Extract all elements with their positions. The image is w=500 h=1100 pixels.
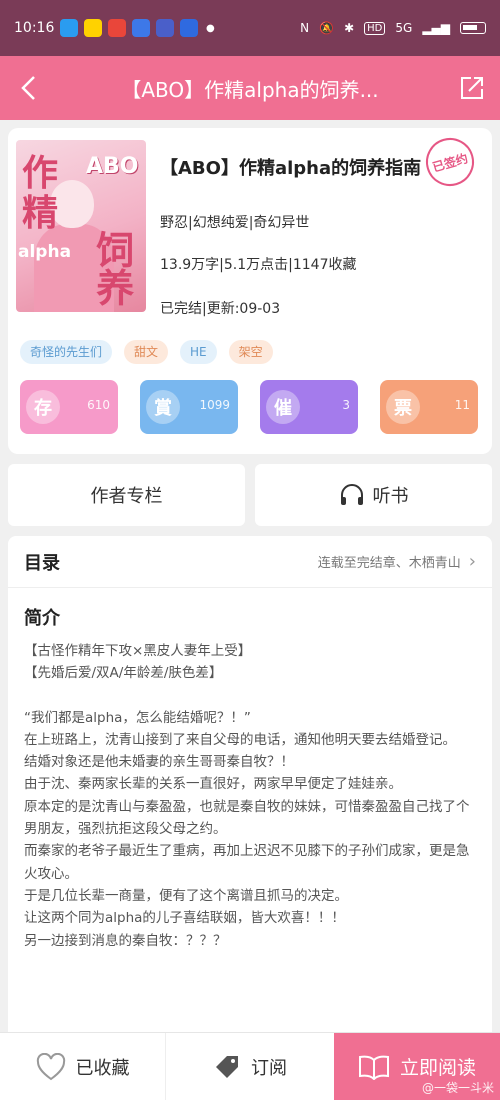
book-cover[interactable]: 作 精 ABO alpha 饲养 xyxy=(16,140,146,312)
status-time: 10:16 xyxy=(14,20,55,36)
heart-icon xyxy=(36,1052,65,1080)
save-icon: 存 xyxy=(26,390,60,424)
urge-button[interactable]: 催 3 xyxy=(260,380,358,434)
signal-icon: ▂▄▆ xyxy=(422,21,450,35)
reward-icon: 賞 xyxy=(146,390,180,424)
intro-line: 【先婚后爱/双A/年龄差/肤色差】 xyxy=(24,665,223,682)
app-icon xyxy=(108,19,126,37)
intro-heading: 简介 xyxy=(24,608,60,629)
more-dot-icon: ● xyxy=(206,22,215,34)
subscribe-button[interactable]: 订阅 xyxy=(166,1033,334,1100)
intro-line: 由于沈、秦两家长辈的关系一直很好，两家早早便定了娃娃亲。 xyxy=(24,776,402,793)
listen-button[interactable]: 听书 xyxy=(255,464,492,526)
qq-icon xyxy=(60,19,78,37)
intro-line: 【古怪作精年下攻×黑皮人妻年上受】 xyxy=(24,643,252,659)
intro-line: 结婚对象还是他未婚妻的亲生哥哥秦自牧？！ xyxy=(24,754,294,771)
chevron-right-icon: › xyxy=(468,551,476,572)
secondary-actions: 作者专栏 听书 xyxy=(8,464,492,526)
battery-icon xyxy=(460,22,486,34)
favorite-label: 已收藏 xyxy=(75,1057,130,1079)
catalog-heading: 目录 xyxy=(24,552,60,574)
book-stats: 13.9万字|5.1万点击|1147收藏 xyxy=(160,257,357,273)
book-open-icon xyxy=(358,1055,389,1080)
vote-button[interactable]: 票 11 xyxy=(380,380,478,434)
tag-list: 奇怪的先生们 甜文 HE 架空 xyxy=(20,340,273,364)
intro-text: 【古怪作精年下攻×黑皮人妻年上受】 【先婚后爱/双A/年龄差/肤色差】 “我们都… xyxy=(24,640,480,952)
vote-icon: 票 xyxy=(386,390,420,424)
app-icon xyxy=(156,19,174,37)
top-nav: 【ABO】作精alpha的饲养... xyxy=(0,56,500,120)
hd-icon: HD xyxy=(364,21,386,35)
urge-icon: 催 xyxy=(266,390,300,424)
share-icon[interactable] xyxy=(444,56,500,120)
read-now-label: 立即阅读 xyxy=(399,1057,476,1079)
back-icon[interactable] xyxy=(0,56,56,120)
mute-icon: 🔕 xyxy=(319,21,335,35)
scroll-content[interactable]: 作 精 ABO alpha 饲养 已签约 【ABO】作精alpha的饲养指南 野… xyxy=(0,120,500,1032)
intro-line: “我们都是alpha，怎么能结婚呢？！” xyxy=(24,709,251,726)
catalog-row[interactable]: 目录 连载至完结章、木栖青山 › xyxy=(8,536,492,588)
tag-icon xyxy=(216,1055,238,1078)
book-title: 【ABO】作精alpha的饲养指南 xyxy=(160,158,422,179)
book-status: 已完结|更新:09-03 xyxy=(160,301,281,317)
watermark: @一袋一斗米 xyxy=(421,1081,494,1095)
meituan-icon xyxy=(84,19,102,37)
cover-title-char: 作 xyxy=(22,153,59,194)
bluetooth-icon: ✱ xyxy=(344,21,355,35)
author-column-label: 作者专栏 xyxy=(90,486,163,507)
favorite-button[interactable]: 已收藏 xyxy=(0,1033,166,1100)
page-title: 【ABO】作精alpha的饲养... xyxy=(121,77,379,102)
intro-line: 于是几位长辈一商量，便有了这个离谱且抓马的决定。 xyxy=(24,887,348,904)
save-count: 610 xyxy=(87,398,110,412)
author-genre[interactable]: 野忍|幻想纯爱|奇幻异世 xyxy=(160,212,309,232)
action-buttons: 存 610 賞 1099 催 3 票 11 xyxy=(20,380,478,434)
tag-item[interactable]: HE xyxy=(180,340,217,364)
subscribe-label: 订阅 xyxy=(251,1057,287,1079)
cover-title-side: 饲养 xyxy=(89,230,134,306)
cover-abo: ABO xyxy=(86,154,139,179)
catalog-status: 连载至完结章、木栖青山 xyxy=(317,556,461,571)
reward-button[interactable]: 賞 1099 xyxy=(140,380,238,434)
author-column-button[interactable]: 作者专栏 xyxy=(8,464,245,526)
intro-line: 在上班路上，沈青山接到了来自父母的电话，通知他明天要去结婚登记。 xyxy=(24,731,456,748)
intro-line: 另一边接到消息的秦自牧：？？？ xyxy=(24,932,227,949)
cover-alpha: alpha xyxy=(18,242,72,262)
intro-line: 而秦家的老爷子最近生了重病，再加上迟迟不见膝下的子孙们成家，更是急火攻心。 xyxy=(24,843,470,882)
tag-item[interactable]: 甜文 xyxy=(124,340,169,364)
status-bar: 10:16 ● N 🔕 ✱ HD 5G ▂▄▆ xyxy=(0,0,500,56)
reward-count: 1099 xyxy=(199,398,230,412)
intro-spacer xyxy=(24,685,480,707)
info-card: 目录 连载至完结章、木栖青山 › 简介 【古怪作精年下攻×黑皮人妻年上受】 【先… xyxy=(8,536,492,1032)
status-right: N 🔕 ✱ HD 5G ▂▄▆ xyxy=(300,21,486,35)
tag-item[interactable]: 奇怪的先生们 xyxy=(20,340,113,364)
vote-count: 11 xyxy=(454,398,470,412)
save-button[interactable]: 存 610 xyxy=(20,380,118,434)
urge-count: 3 xyxy=(342,398,350,412)
intro-line: 让这两个同为alpha的儿子喜结联姻，皆大欢喜！！！ xyxy=(24,910,345,927)
book-card: 作 精 ABO alpha 饲养 已签约 【ABO】作精alpha的饲养指南 野… xyxy=(8,128,492,454)
network-label: 5G xyxy=(395,21,413,35)
nfc-icon: N xyxy=(300,21,310,35)
baidu-icon xyxy=(180,19,198,37)
cover-title-char: 精 xyxy=(22,193,59,234)
tag-item[interactable]: 架空 xyxy=(228,340,273,364)
bottom-bar: 已收藏 订阅 立即阅读 @一袋一斗米 xyxy=(0,1032,500,1100)
headphones-icon xyxy=(340,484,363,505)
read-now-button[interactable]: 立即阅读 @一袋一斗米 xyxy=(334,1033,500,1100)
app-icon xyxy=(132,19,150,37)
intro-line: 原本定的是沈青山与秦盈盈，也就是秦自牧的妹妹，可惜秦盈盈自己找了个男朋友，强烈抗… xyxy=(24,798,470,838)
listen-label: 听书 xyxy=(372,486,409,507)
notification-icons xyxy=(60,19,198,37)
signed-badge: 已签约 xyxy=(420,132,480,192)
